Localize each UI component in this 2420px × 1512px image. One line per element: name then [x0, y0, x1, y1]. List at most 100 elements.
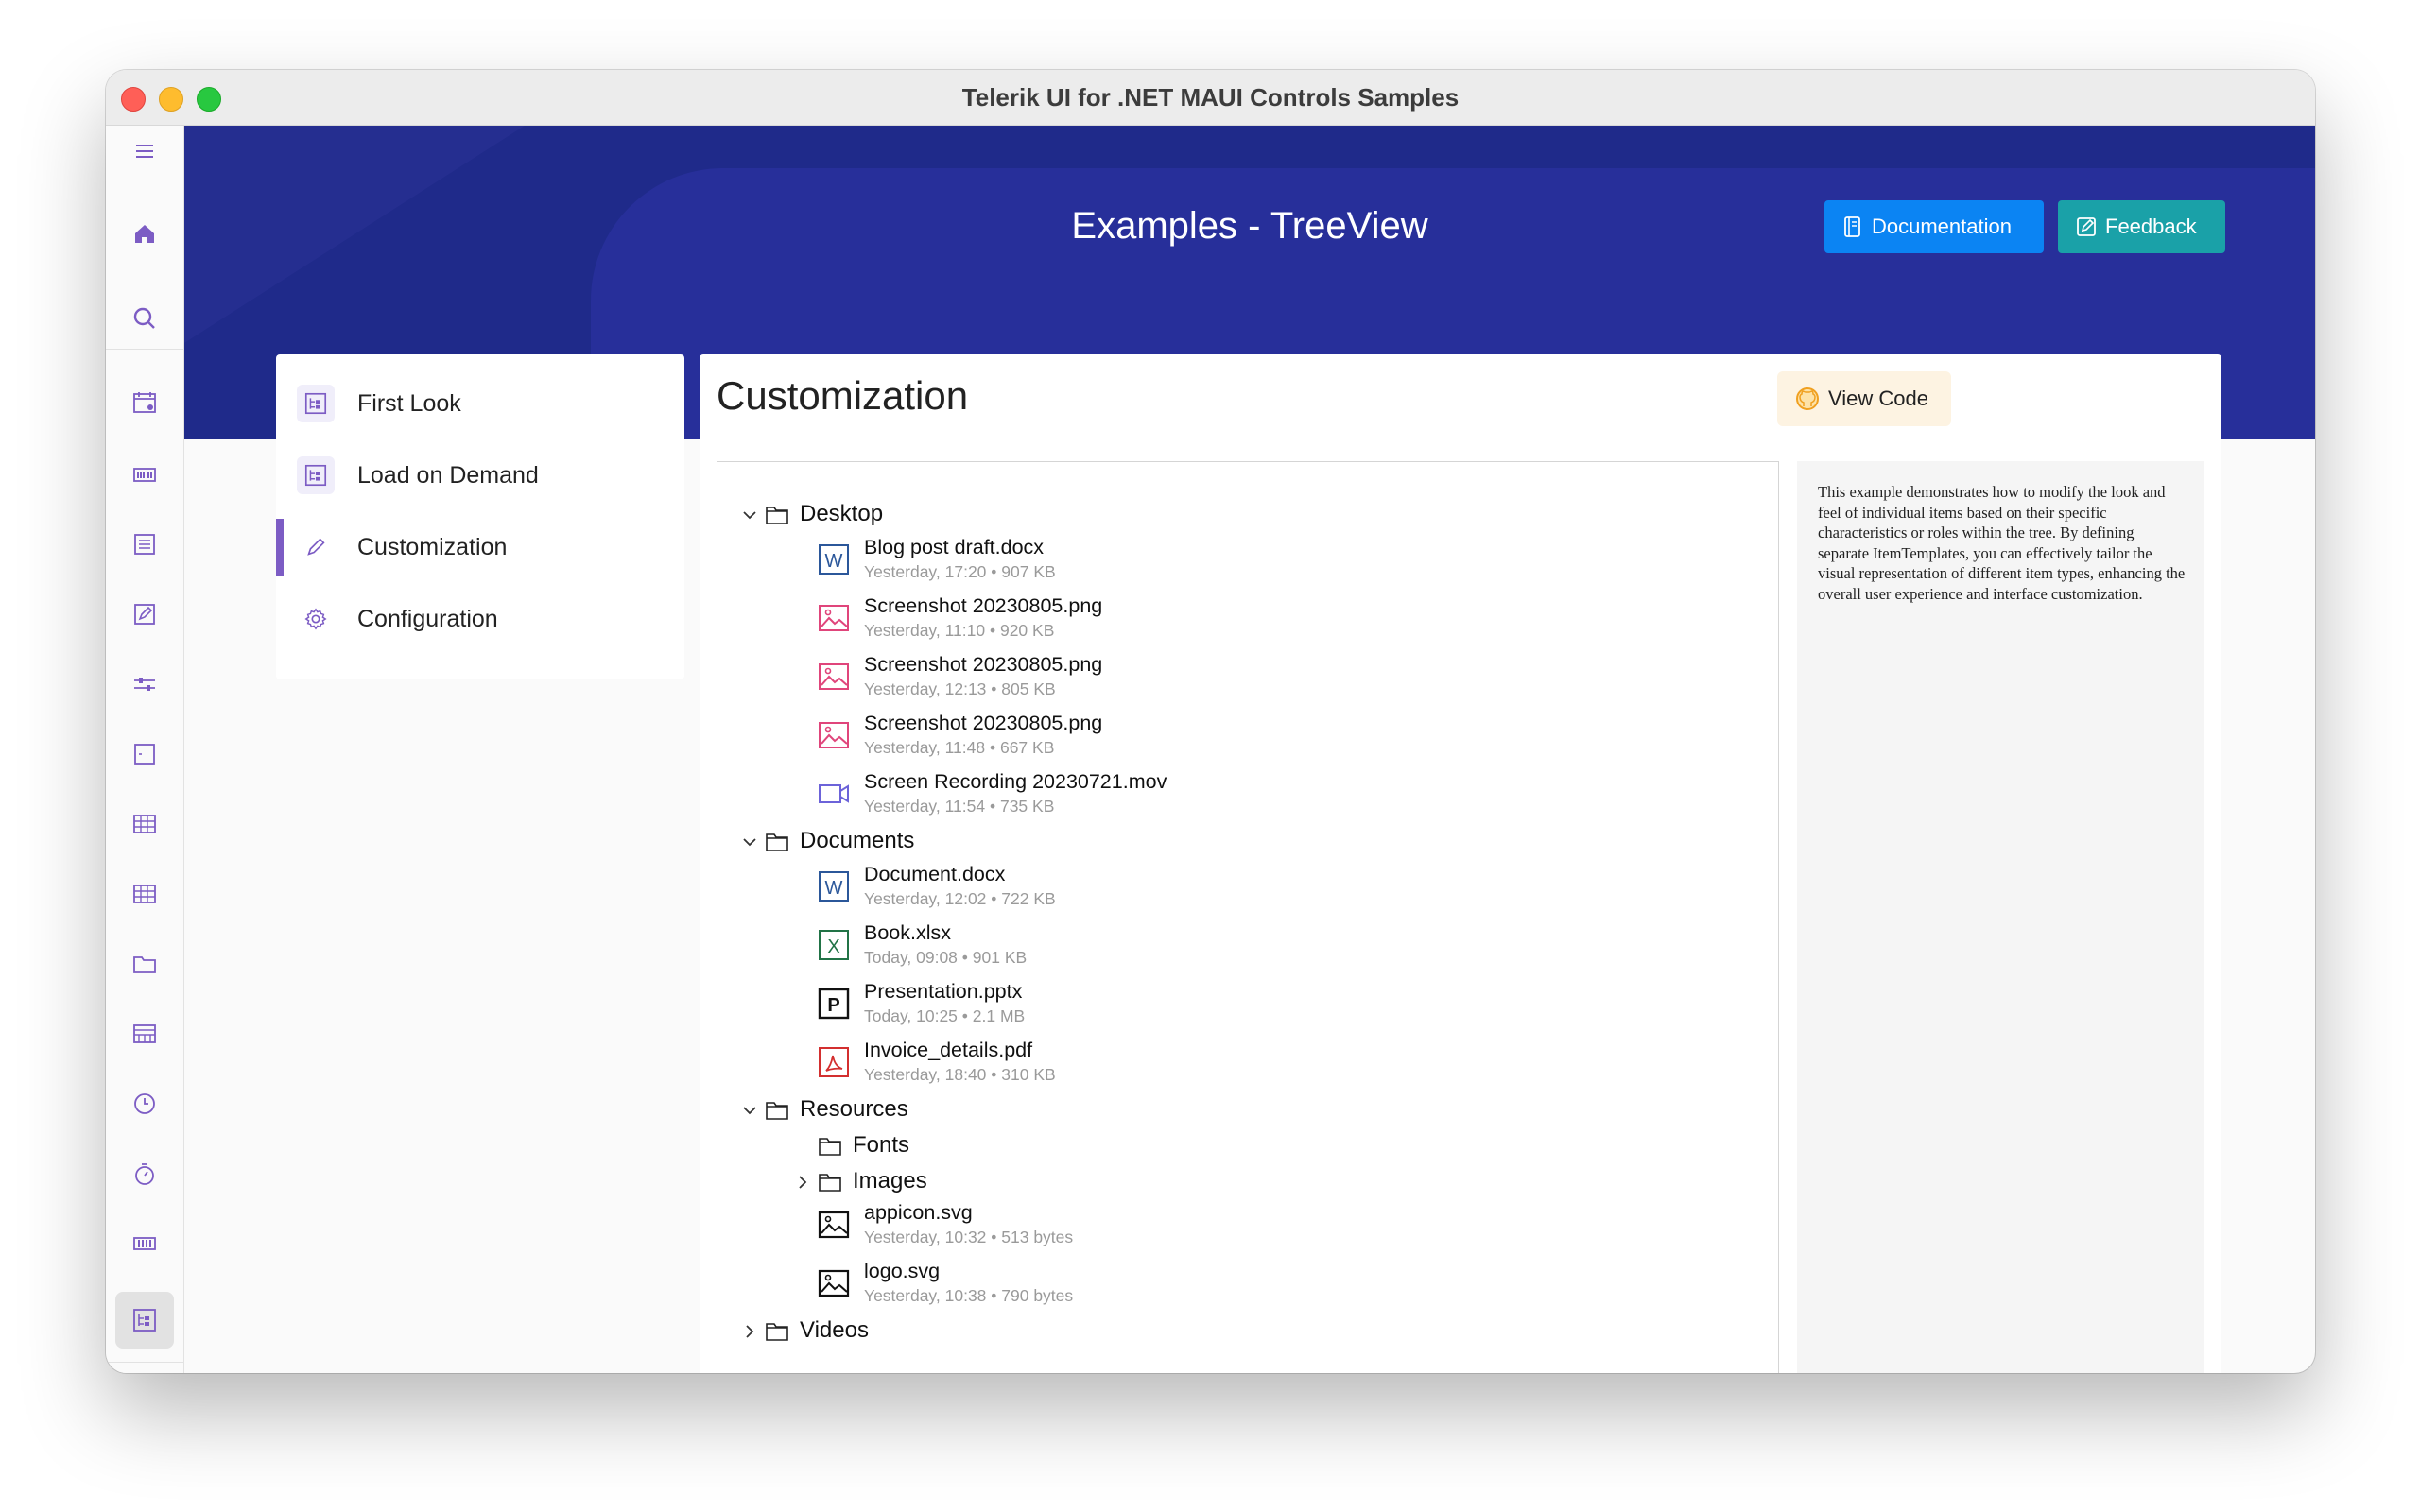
file-name: Invoice_details.pdf [864, 1039, 1033, 1061]
timer-icon[interactable] [125, 1154, 164, 1194]
folder-icon [766, 507, 788, 524]
calendar-icon[interactable] [125, 383, 164, 422]
file-name: Screenshot 20230805.png [864, 653, 1103, 676]
example-description: This example demonstrates how to modify … [1818, 483, 2186, 603]
file-meta: Yesterday, 10:38 • 790 bytes [864, 1286, 1074, 1305]
book-icon [1844, 216, 1860, 237]
tree-node-desktop[interactable]: Desktop [717, 498, 1285, 532]
feedback-button[interactable]: Feedback [2058, 200, 2225, 253]
search-icon[interactable] [125, 299, 164, 338]
title-bar: Telerik UI for .NET MAUI Controls Sample… [106, 70, 2315, 126]
hamburger-menu-icon[interactable] [125, 131, 164, 171]
nav-item-label: Configuration [357, 605, 498, 632]
app-window: Telerik UI for .NET MAUI Controls Sample… [106, 70, 2315, 1373]
folder-label: Videos [800, 1317, 869, 1343]
tree-node-resources[interactable]: Resources [717, 1093, 1285, 1127]
description-panel: This example demonstrates how to modify … [1797, 461, 2204, 1373]
example-title: Customization [717, 373, 969, 418]
grid-icon[interactable] [125, 804, 164, 844]
file-meta: Yesterday, 11:10 • 920 KB [864, 621, 1055, 640]
github-icon [1796, 387, 1819, 410]
word-file-icon: W [819, 544, 849, 575]
tree-node-fonts[interactable]: Fonts [717, 1129, 1285, 1163]
clock-icon[interactable] [125, 1084, 164, 1124]
nav-item-configuration[interactable]: Configuration [276, 585, 684, 653]
pdf-file-icon [819, 1047, 849, 1077]
image-file-icon [819, 722, 849, 748]
file-name: appicon.svg [864, 1201, 973, 1224]
svg-file-icon [818, 1269, 850, 1297]
file-meta: Yesterday, 10:32 • 513 bytes [864, 1228, 1074, 1246]
nav-item-label: Customization [357, 533, 508, 560]
file-meta: Yesterday, 11:54 • 735 KB [864, 797, 1055, 816]
pencil-icon [297, 528, 335, 566]
file-meta: Today, 10:25 • 2.1 MB [864, 1006, 1026, 1025]
view-code-label: View Code [1828, 387, 1928, 410]
file-meta: Yesterday, 12:13 • 805 KB [864, 679, 1056, 698]
nav-item-label: First Look [357, 389, 461, 417]
image-file-icon [819, 605, 849, 631]
file-name: logo.svg [864, 1260, 941, 1282]
folder-icon [819, 1174, 841, 1192]
svg-file-icon [818, 1211, 850, 1239]
powerpoint-file-icon: P [818, 988, 850, 1020]
file-name: Screenshot 20230805.png [864, 594, 1103, 617]
file-name: Presentation.pptx [864, 980, 1023, 1003]
barcode-icon[interactable] [125, 455, 164, 494]
nav-item-customization[interactable]: Customization [276, 513, 684, 581]
examples-nav: First Look Load on Demand Customization … [276, 354, 684, 679]
tree-node-videos[interactable]: Videos [717, 1314, 1285, 1349]
scheduler-icon[interactable] [125, 1014, 164, 1054]
folder-icon [766, 833, 788, 851]
chevron-right-icon[interactable] [740, 1322, 759, 1341]
folder-label: Documents [800, 828, 915, 853]
tree-node-documents[interactable]: Documents [717, 825, 1285, 859]
file-meta: Yesterday, 17:20 • 907 KB [864, 562, 1056, 581]
datagrid-icon[interactable] [125, 874, 164, 914]
folder-icon[interactable] [125, 944, 164, 984]
file-name: Blog post draft.docx [864, 536, 1045, 558]
nav-item-label: Load on Demand [357, 461, 539, 489]
video-file-icon [819, 784, 849, 803]
folder-icon [766, 1102, 788, 1120]
chevron-right-icon[interactable] [793, 1173, 812, 1192]
rangebar-icon[interactable] [125, 1224, 164, 1263]
file-name: Document.docx [864, 863, 1006, 885]
word-file-icon: W [819, 871, 849, 902]
file-meta: Today, 09:08 • 901 KB [864, 948, 1028, 967]
nav-item-load-on-demand[interactable]: Load on Demand [276, 441, 684, 509]
edit-icon [2077, 217, 2096, 236]
tree-node-images[interactable]: Images [717, 1165, 1285, 1199]
folder-icon [766, 1323, 788, 1341]
documentation-button[interactable]: Documentation [1824, 200, 2044, 253]
chevron-down-icon[interactable] [740, 1101, 759, 1120]
side-rail [106, 126, 184, 1373]
folder-label: Fonts [853, 1132, 910, 1158]
excel-file-icon: X [819, 930, 849, 960]
svg-text:P: P [827, 995, 839, 1016]
list-icon[interactable] [125, 524, 164, 564]
edit-form-icon[interactable] [125, 594, 164, 634]
nav-item-first-look[interactable]: First Look [276, 369, 684, 438]
gear-icon [297, 600, 335, 638]
file-meta: Yesterday, 12:02 • 722 KB [864, 889, 1056, 908]
file-name: Book.xlsx [864, 921, 952, 944]
chevron-down-icon[interactable] [740, 833, 759, 851]
border-icon[interactable] [125, 734, 164, 774]
view-code-button[interactable]: View Code [1777, 371, 1951, 426]
folder-label: Images [853, 1168, 927, 1194]
example-content: Customization View Code Desktop W Blog p… [700, 354, 2221, 1373]
treeview-icon [297, 456, 335, 494]
chevron-down-icon[interactable] [740, 506, 759, 524]
file-name: Screenshot 20230805.png [864, 712, 1103, 734]
home-icon[interactable] [125, 214, 164, 253]
folder-label: Resources [800, 1096, 908, 1122]
folder-icon [819, 1138, 841, 1156]
feedback-label: Feedback [2105, 215, 2197, 238]
slider-icon[interactable] [125, 664, 164, 704]
svg-text:W: W [825, 551, 843, 572]
folder-label: Desktop [800, 501, 884, 526]
treeview-icon[interactable] [125, 1300, 164, 1340]
file-name: Screen Recording 20230721.mov [864, 770, 1167, 793]
treeview: Desktop W Blog post draft.docx Yesterday… [717, 461, 1779, 1373]
